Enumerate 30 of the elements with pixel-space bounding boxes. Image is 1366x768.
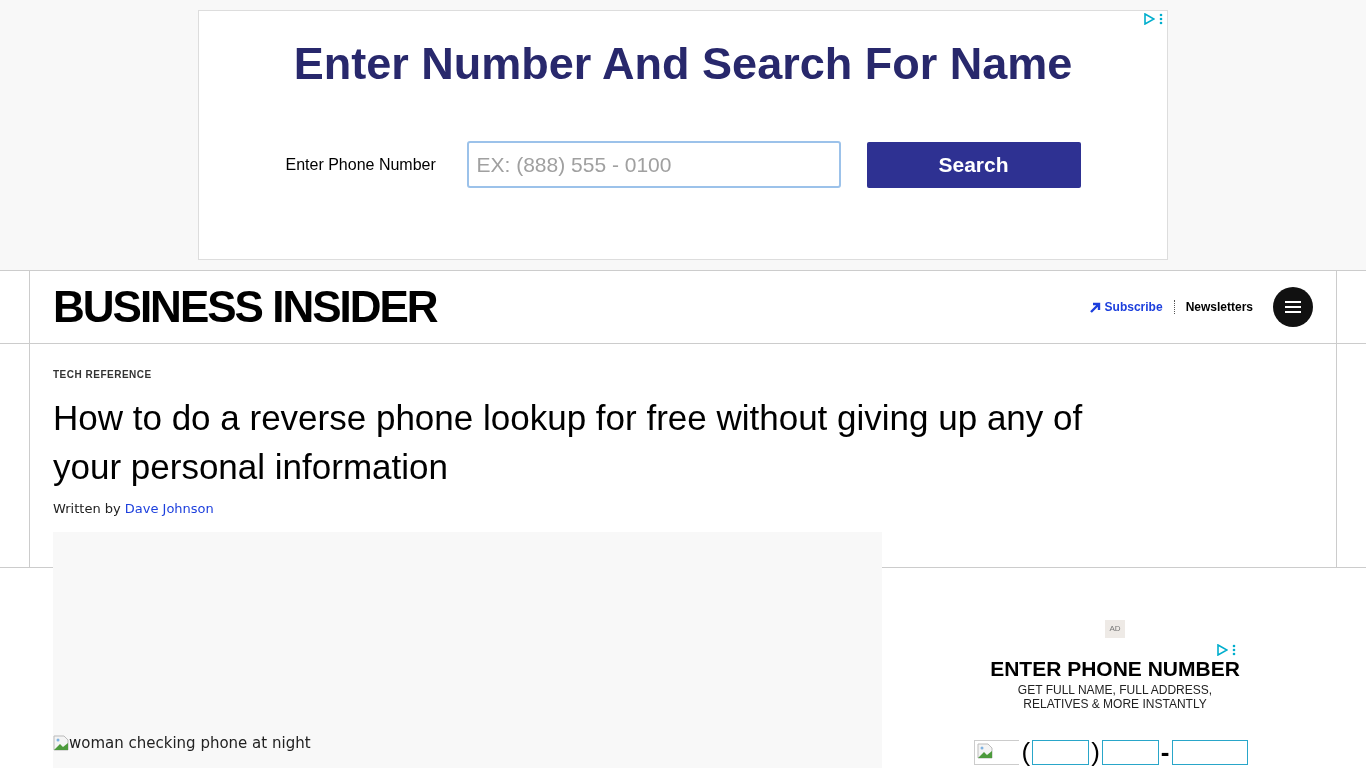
broken-image-icon [977,743,994,759]
phone-label: Enter Phone Number [285,154,437,175]
ad-subtitle: GET FULL NAME, FULL ADDRESS, [1017,683,1213,697]
site-logo[interactable]: BUSINESS INSIDER [53,285,437,329]
area-code-field[interactable] [1032,740,1090,765]
more-options-icon[interactable] [1232,644,1236,656]
adchoices-icon[interactable] [1143,13,1155,25]
phone-input-field[interactable]: EX: (888) 555 - 0100 [466,141,841,188]
paren-text: ( [1021,739,1031,765]
ad-subtitle: RELATIVES & MORE INSTANTLY [1023,697,1207,711]
ad-headline: Enter Number And Search For Name [293,41,1073,86]
byline-text: Written by [53,500,121,518]
line-number-field[interactable] [1171,740,1248,765]
ad-title: ENTER PHONE NUMBER [990,658,1240,679]
prefix-field[interactable] [1101,740,1159,765]
category-label[interactable]: TECH REFERENCE [53,370,1336,380]
search-button[interactable]: Search [866,141,1081,188]
more-options-icon[interactable] [1159,13,1163,25]
dash-text: - [1160,739,1170,765]
menu-icon [1285,301,1301,313]
paren-text: ) [1091,739,1100,765]
article-title: How to do a reverse phone lookup for free without giving up any of your personal information [53,397,1084,488]
author-link[interactable]: Dave Johnson [124,499,214,519]
image-alt-text: woman checking phone at night [69,732,311,754]
arrow-icon [1089,301,1101,313]
newsletters-link[interactable]: Newsletters [1185,298,1253,316]
adchoices-icon[interactable] [1216,644,1228,656]
menu-button[interactable] [1273,287,1313,327]
ad-badge: AD [1105,620,1125,638]
subscribe-link[interactable]: Subscribe [1089,298,1163,316]
